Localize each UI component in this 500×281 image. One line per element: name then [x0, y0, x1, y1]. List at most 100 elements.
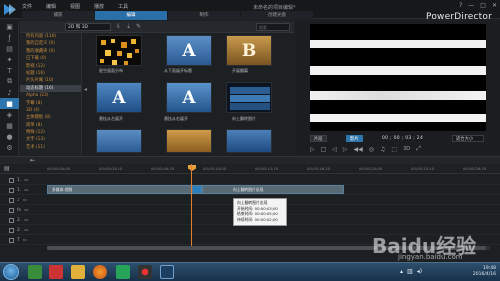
- track-enable-checkbox[interactable]: [9, 197, 14, 203]
- menu-file[interactable]: 文件: [20, 3, 34, 11]
- category-item[interactable]: 片头片尾 (10): [20, 77, 81, 84]
- chapter-room-icon[interactable]: ◈: [0, 109, 19, 120]
- category-item[interactable]: 特殊 (12): [20, 129, 81, 136]
- category-item[interactable]: 已下载 (0): [20, 55, 81, 62]
- dimension-button[interactable]: 3D: [403, 146, 410, 152]
- play-icon[interactable]: ▷: [310, 146, 315, 153]
- media-room-icon[interactable]: ▣: [0, 21, 19, 32]
- category-item[interactable]: 我的收藏夹 (0): [20, 48, 81, 55]
- thumbnail-8[interactable]: [166, 129, 212, 153]
- category-item[interactable]: 影视 (12): [20, 63, 81, 70]
- thumbnail-6[interactable]: [226, 82, 272, 113]
- track-enable-checkbox[interactable]: [9, 187, 14, 193]
- help-icon[interactable]: ?: [459, 2, 462, 9]
- volume-tray-icon[interactable]: ◂): [417, 268, 422, 275]
- fx-room-icon[interactable]: ƒ: [0, 32, 19, 43]
- voiceover-icon[interactable]: ●: [0, 131, 19, 142]
- tab-produce[interactable]: 制作: [168, 11, 240, 20]
- category-item[interactable]: 艺术 (11): [20, 144, 81, 151]
- close-icon[interactable]: ✕: [492, 2, 497, 9]
- category-item[interactable]: 动态标题 (16): [20, 84, 81, 93]
- menu-view[interactable]: 视图: [68, 3, 82, 11]
- lock-icon[interactable]: ▭: [24, 208, 28, 213]
- download-icon[interactable]: ⇣: [126, 23, 131, 30]
- fullscreen-icon[interactable]: ⤢: [416, 145, 421, 153]
- start-button[interactable]: [3, 264, 19, 280]
- pip-room-icon[interactable]: ▤: [0, 43, 19, 54]
- category-item[interactable]: 我的自定义 (0): [20, 40, 81, 47]
- transition-room-icon[interactable]: ⧉: [0, 76, 19, 87]
- tab-edit[interactable]: 编辑: [95, 11, 167, 20]
- ruler-settings-icon[interactable]: ▤: [4, 165, 10, 172]
- clip-mode-button[interactable]: 片段: [310, 135, 327, 142]
- category-item[interactable]: 简单 (8): [20, 122, 81, 129]
- settings-icon[interactable]: ⚙: [0, 142, 19, 153]
- category-item[interactable]: 字幕 (8): [20, 100, 81, 107]
- video-clip-2[interactable]: 向上翻转图片出现: [202, 185, 344, 194]
- tab-create-disc[interactable]: 创建光盘: [241, 11, 313, 20]
- category-item[interactable]: 3D (4): [20, 107, 81, 114]
- particle-room-icon[interactable]: ✦: [0, 54, 19, 65]
- title-room-icon[interactable]: T: [0, 65, 19, 76]
- thumbnail-1[interactable]: [96, 35, 142, 66]
- tab-capture[interactable]: 捕获: [22, 11, 94, 20]
- category-item[interactable]: 立体模板 (8): [20, 114, 81, 121]
- movie-mode-button[interactable]: 影片: [346, 135, 363, 142]
- timeline-ruler[interactable]: ▤ 00;00;00;00 00;00;03;10 00;00;06;20 00;00…: [0, 164, 500, 174]
- thumbnail-9[interactable]: [226, 129, 272, 153]
- track-enable-checkbox[interactable]: [9, 227, 14, 233]
- import-icon[interactable]: ⇩: [116, 23, 121, 30]
- video-clip[interactable]: 多媒体-视频: [47, 185, 192, 194]
- lock-icon[interactable]: ▭: [23, 238, 27, 243]
- thumbnail-4[interactable]: A: [96, 82, 142, 113]
- folder-icon[interactable]: [71, 265, 85, 279]
- minimize-icon[interactable]: —: [468, 2, 474, 9]
- category-item[interactable]: 所有内容 (116): [20, 33, 81, 40]
- designer-icon[interactable]: ✎: [136, 23, 141, 30]
- maximize-icon[interactable]: □: [480, 2, 486, 9]
- stop-icon[interactable]: □: [321, 146, 327, 153]
- motion-title-room-icon[interactable]: ■: [0, 98, 19, 109]
- app-icon-red[interactable]: [49, 265, 63, 279]
- next-frame-icon[interactable]: ▷: [343, 146, 348, 153]
- snapshot-icon[interactable]: ◎: [369, 146, 374, 153]
- tray-arrow-icon[interactable]: ▴: [400, 268, 403, 275]
- lock-icon[interactable]: ▭: [24, 188, 28, 193]
- track-enable-checkbox[interactable]: [9, 217, 14, 223]
- track-enable-checkbox[interactable]: [9, 207, 14, 213]
- menu-tools[interactable]: 工具: [116, 3, 130, 11]
- dimension-dropdown[interactable]: 2D 和 3D: [65, 23, 111, 31]
- thumbnail-3[interactable]: B: [226, 35, 272, 66]
- subtitle-room-icon[interactable]: ▦: [0, 120, 19, 131]
- fit-size-dropdown[interactable]: 适合大小: [452, 135, 484, 142]
- lock-icon[interactable]: ▭: [24, 218, 28, 223]
- previous-frame-icon[interactable]: ◁: [332, 146, 337, 153]
- audio-mixing-icon[interactable]: ♪: [0, 87, 19, 98]
- app-icon-green[interactable]: [28, 265, 42, 279]
- thumbnail-7[interactable]: [96, 129, 142, 153]
- rewind-icon[interactable]: ◀◀: [354, 146, 363, 153]
- menu-play[interactable]: 播放: [92, 3, 106, 11]
- library-search-input[interactable]: 搜索: [256, 23, 290, 31]
- title-clip[interactable]: [192, 185, 202, 194]
- record-app-icon[interactable]: [138, 265, 152, 279]
- category-item[interactable]: 标题 (16): [20, 70, 81, 77]
- category-item[interactable]: Alpha (23): [20, 92, 81, 99]
- undock-icon[interactable]: ⬚: [391, 146, 397, 153]
- firefox-icon[interactable]: [93, 265, 107, 279]
- network-icon[interactable]: ▥: [407, 268, 413, 275]
- thumbnail-5[interactable]: A: [166, 82, 212, 113]
- media-app-icon[interactable]: [116, 265, 130, 279]
- lock-icon[interactable]: ▭: [24, 178, 28, 183]
- playhead-line[interactable]: [191, 164, 192, 250]
- lock-icon[interactable]: ▭: [24, 228, 28, 233]
- menu-edit[interactable]: 编辑: [44, 3, 58, 11]
- lock-icon[interactable]: ▭: [23, 198, 27, 203]
- track-enable-checkbox[interactable]: [9, 237, 14, 243]
- category-item[interactable]: 文字 (13): [20, 136, 81, 143]
- timeline-tools-icon[interactable]: ⇤: [30, 157, 35, 164]
- thumbnail-2[interactable]: A: [166, 35, 212, 66]
- volume-icon[interactable]: ♫: [380, 146, 385, 153]
- collapse-panel-icon[interactable]: ◂: [84, 86, 87, 93]
- track-enable-checkbox[interactable]: [9, 177, 14, 183]
